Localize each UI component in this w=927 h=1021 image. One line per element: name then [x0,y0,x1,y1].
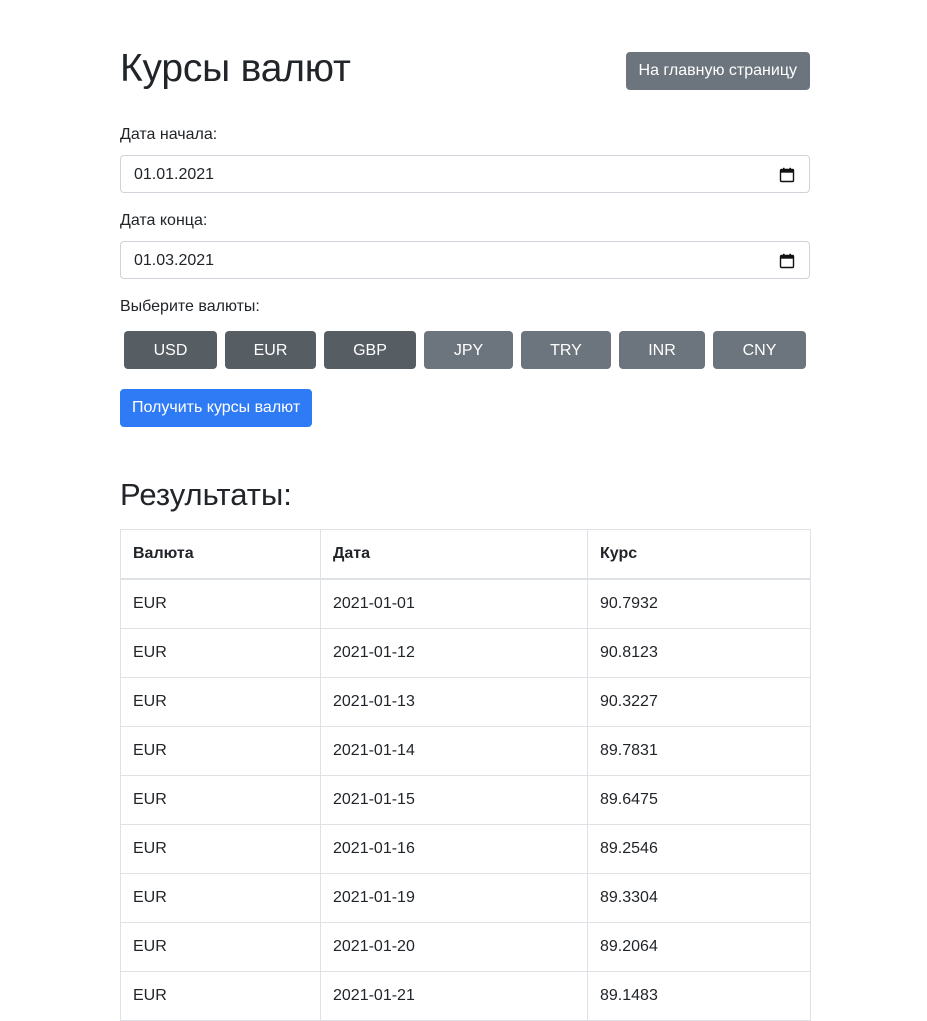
table-row: EUR 2021-01-15 89.6475 [120,775,811,825]
column-header-date: Дата [320,529,588,580]
cell-currency: EUR [120,726,321,776]
cell-currency: EUR [120,824,321,874]
calendar-icon[interactable] [779,253,795,269]
cell-date: 2021-01-14 [320,726,588,776]
currency-button-group: USD EUR GBP JPY TRY INR CNY [124,331,806,369]
cell-currency: EUR [120,628,321,678]
cell-rate: 89.2064 [587,922,811,972]
home-button[interactable]: На главную страницу [625,52,810,90]
calendar-icon[interactable] [779,167,795,183]
table-row: EUR 2021-01-14 89.7831 [120,726,811,776]
cell-date: 2021-01-20 [320,922,588,972]
cell-currency: EUR [120,922,321,972]
cell-rate: 89.3304 [587,873,811,923]
currency-label: Выберите валюты: [120,298,260,315]
cell-rate: 90.7932 [587,578,811,629]
start-date-value: 01.01.2021 [134,166,215,183]
cell-date: 2021-01-19 [320,873,588,923]
get-rates-button[interactable]: Получить курсы валют [120,389,313,427]
cell-rate: 89.6475 [587,775,811,825]
end-date-input[interactable]: 01.03.2021 [120,241,810,279]
table-row: EUR 2021-01-01 90.7932 [120,578,811,629]
cell-date: 2021-01-16 [320,824,588,874]
cell-rate: 90.8123 [587,628,811,678]
table-header-row: Валюта Дата Курс [120,529,811,580]
column-header-currency: Валюта [120,529,321,580]
end-date-value: 01.03.2021 [134,252,215,269]
cell-rate: 89.2546 [587,824,811,874]
page-title: Курсы валют [120,47,351,90]
column-header-rate: Курс [587,529,811,580]
start-date-input[interactable]: 01.01.2021 [120,155,810,193]
table-row: EUR 2021-01-21 89.1483 [120,971,811,1021]
cell-currency: EUR [120,677,321,727]
table-row: EUR 2021-01-13 90.3227 [120,677,811,727]
currency-button-cny[interactable]: CNY [713,331,806,369]
currency-button-try[interactable]: TRY [521,331,611,369]
cell-rate: 90.3227 [587,677,811,727]
cell-date: 2021-01-12 [320,628,588,678]
currency-button-inr[interactable]: INR [619,331,705,369]
table-row: EUR 2021-01-20 89.2064 [120,922,811,972]
table-row: EUR 2021-01-16 89.2546 [120,824,811,874]
results-title: Результаты: [120,477,292,512]
cell-currency: EUR [120,775,321,825]
cell-date: 2021-01-21 [320,971,588,1021]
cell-date: 2021-01-15 [320,775,588,825]
table-row: EUR 2021-01-19 89.3304 [120,873,811,923]
cell-currency: EUR [120,578,321,629]
currency-button-usd[interactable]: USD [124,331,217,369]
currency-button-jpy[interactable]: JPY [424,331,513,369]
cell-currency: EUR [120,873,321,923]
cell-rate: 89.7831 [587,726,811,776]
table-row: EUR 2021-01-12 90.8123 [120,628,811,678]
cell-currency: EUR [120,971,321,1021]
end-date-label: Дата конца: [120,212,208,229]
header: Курсы валют На главную страницу [120,46,810,96]
cell-rate: 89.1483 [587,971,811,1021]
cell-date: 2021-01-13 [320,677,588,727]
start-date-label: Дата начала: [120,126,218,143]
currency-button-eur[interactable]: EUR [225,331,316,369]
results-table: Валюта Дата Курс EUR 2021-01-01 90.7932 … [120,529,811,1021]
currency-button-gbp[interactable]: GBP [324,331,416,369]
cell-date: 2021-01-01 [320,578,588,629]
